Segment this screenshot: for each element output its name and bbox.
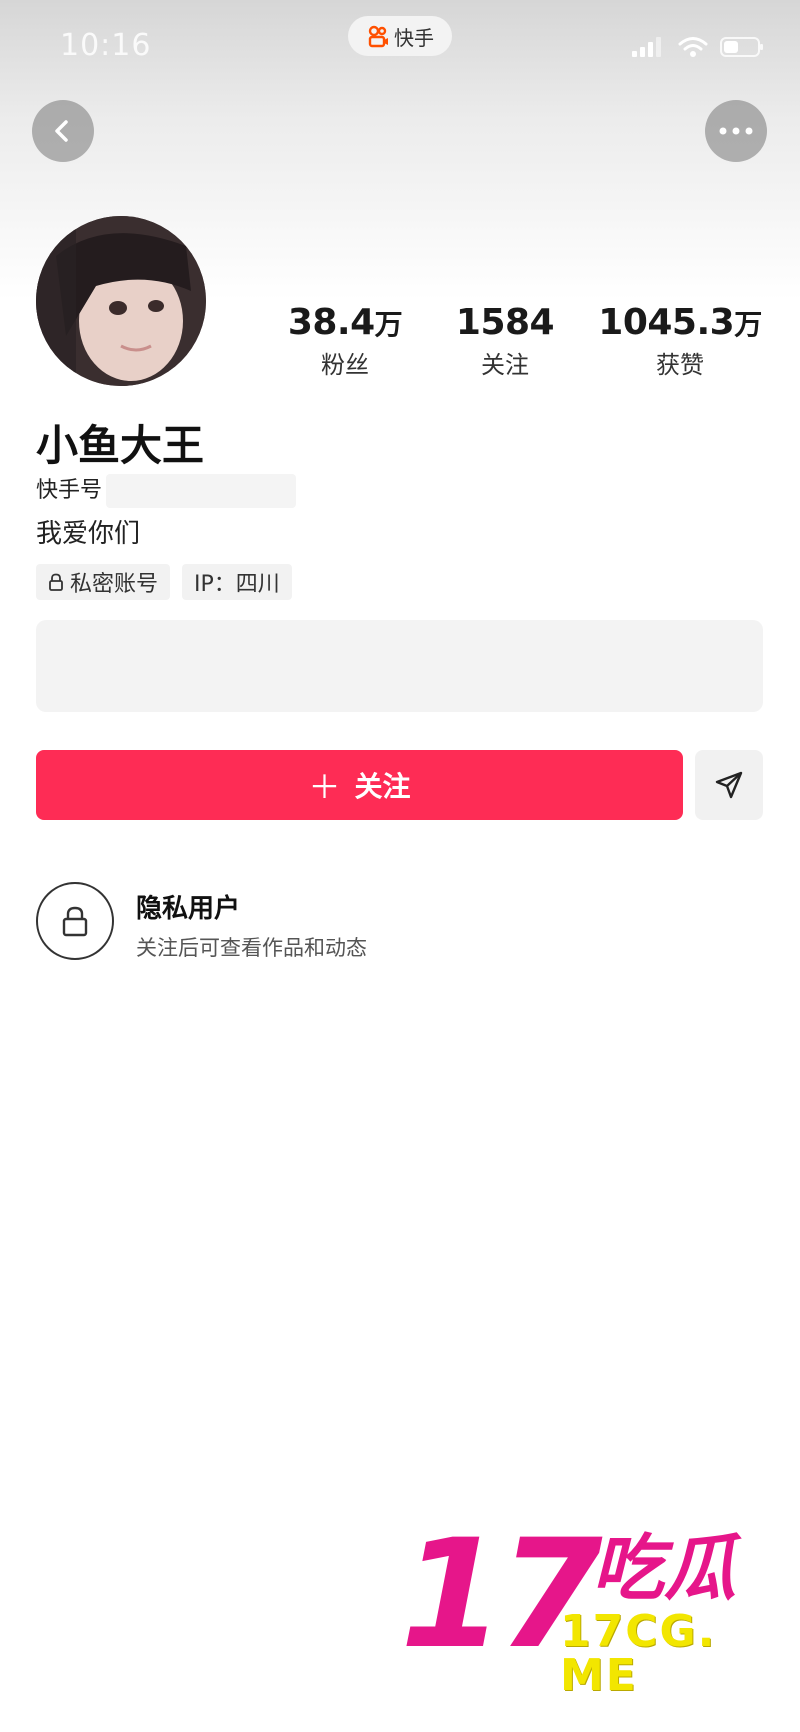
avatar[interactable] [36,216,206,386]
stat-likes[interactable]: 1045.3万 获赞 [590,302,770,380]
profile-tags: 私密账号 IP：四川 [36,564,292,600]
plus-icon: ＋ [308,768,341,806]
lock-icon [49,573,63,591]
profile-name: 小鱼大王 [36,421,205,470]
profile-info-box [36,620,763,712]
follow-button-label: 关注 [354,770,411,803]
follow-button[interactable]: ＋ 关注 [36,750,683,820]
status-time: 10:16 [60,28,152,63]
kuaishou-id: 快手号 [36,472,297,508]
app-indicator-pill[interactable]: 快手 [348,16,452,56]
signal-icon [632,37,661,57]
watermark-url: 17CG. ME [560,1606,717,1701]
lock-icon [62,906,88,937]
site-watermark: 17 吃瓜 17CG. ME [400,1520,800,1698]
wifi-icon [678,37,708,57]
likes-count: 1045.3 [598,302,735,343]
send-icon [715,771,743,799]
likes-unit: 万 [734,308,762,341]
fans-label: 粉丝 [321,351,369,379]
private-notice-title: 隐私用户 [136,894,241,924]
stat-fans[interactable]: 38.4万 粉丝 [280,302,410,380]
more-options-button[interactable] [705,100,767,162]
watermark-chinese: 吃瓜 [592,1526,737,1610]
avatar-photo [36,216,206,386]
private-user-notice: 隐私用户 关注后可查看作品和动态 [36,882,736,962]
fans-unit: 万 [374,308,403,341]
battery-icon [720,37,763,57]
private-account-tag: 私密账号 [36,564,171,600]
following-label: 关注 [481,351,529,379]
stat-following[interactable]: 1584 关注 [440,302,570,380]
kuaishou-logo-icon [368,25,388,48]
app-name: 快手 [394,25,434,50]
profile-stats: 38.4万 粉丝 1584 关注 1045.3万 获赞 [260,302,780,392]
kuaishou-id-label: 快手号 [36,478,103,503]
more-dots-icon [719,127,753,135]
send-message-button[interactable] [695,750,763,820]
fans-count: 38.4 [287,302,375,343]
status-icons [632,36,764,58]
ip-location-label: IP：四川 [194,572,280,597]
following-count: 1584 [455,302,555,343]
chevron-left-icon [55,120,68,142]
profile-bio: 我爱你们 [36,519,141,549]
private-account-label: 私密账号 [70,572,159,597]
ip-location-tag: IP：四川 [182,564,292,600]
back-button[interactable] [32,100,94,162]
status-bar: 10:16 快手 [0,0,800,90]
private-notice-subtitle: 关注后可查看作品和动态 [136,936,367,960]
private-lock-badge [36,882,114,960]
likes-label: 获赞 [656,351,704,379]
kuaishou-id-redacted [106,474,297,508]
